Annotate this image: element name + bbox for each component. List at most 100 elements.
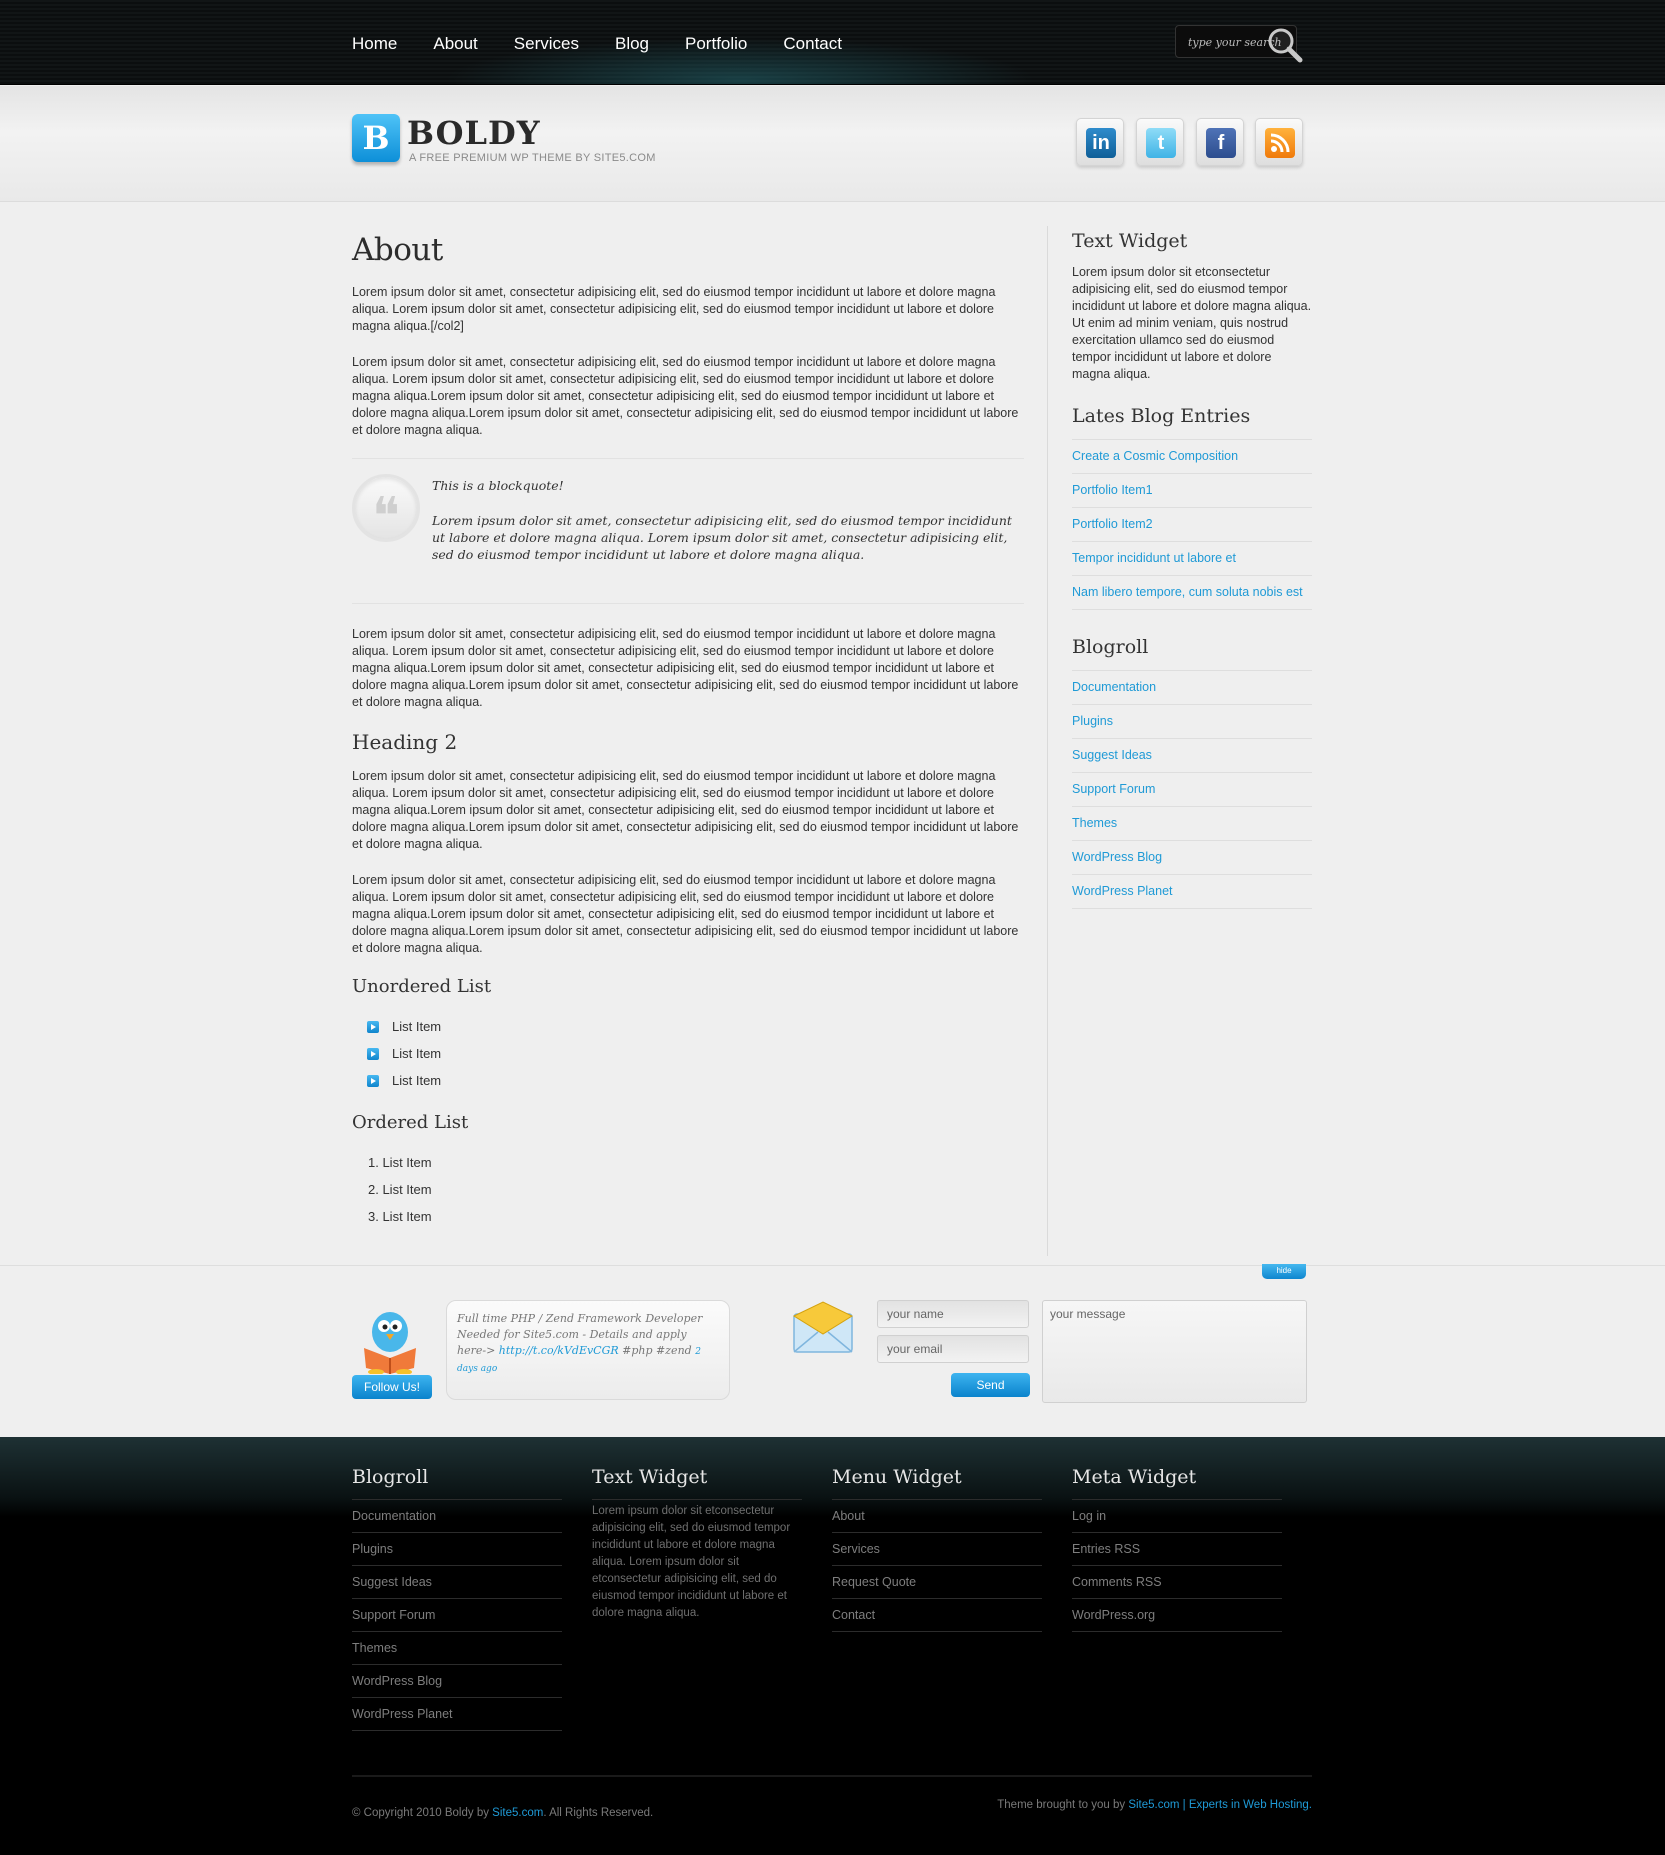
credit-link[interactable]: Site5.com | Experts in Web Hosting. <box>1128 1799 1312 1811</box>
list-item: 2. List Item <box>368 1182 432 1197</box>
footer-text-body: Lorem ipsum dolor sit etconsectetur adip… <box>592 1499 802 1622</box>
sidebar-blog-title: Lates Blog Entries <box>1072 405 1251 427</box>
footer-link[interactable]: WordPress Blog <box>352 1665 562 1698</box>
footer-link[interactable]: Services <box>832 1533 1042 1566</box>
divider <box>352 603 1024 604</box>
nav-about[interactable]: About <box>433 34 477 54</box>
bullet-icon <box>367 1074 379 1087</box>
paragraph: Lorem ipsum dolor sit amet, consectetur … <box>352 627 1019 709</box>
footer-link[interactable]: Documentation <box>352 1500 562 1533</box>
send-button[interactable]: Send <box>951 1373 1030 1397</box>
footer-menu-title: Menu Widget <box>832 1466 962 1488</box>
list-item: List Item <box>352 1013 1024 1040</box>
site-header: B BOLDY A FREE PREMIUM WP THEME BY SITE5… <box>0 86 1665 202</box>
footer-menu-widget: Menu Widget About Services Request Quote… <box>832 1466 1042 1632</box>
sidebar-blogroll-link[interactable]: WordPress Planet <box>1072 875 1312 909</box>
sidebar-blogroll-link[interactable]: Themes <box>1072 807 1312 841</box>
bullet-icon <box>367 1020 379 1033</box>
footer-blogroll: Blogroll Documentation Plugins Suggest I… <box>352 1466 562 1731</box>
footer-link[interactable]: Themes <box>352 1632 562 1665</box>
paragraph: Lorem ipsum dolor sit amet, consectetur … <box>352 355 1019 437</box>
sidebar: Text Widget Lorem ipsum dolor sit etcons… <box>1072 230 1312 935</box>
footer-link[interactable]: Comments RSS <box>1072 1566 1282 1599</box>
footer-link[interactable]: WordPress Planet <box>352 1698 562 1731</box>
blockquote-title: This is a blockquote! <box>432 478 564 493</box>
nav-contact[interactable]: Contact <box>783 34 842 54</box>
footer-meta-title: Meta Widget <box>1072 1466 1197 1488</box>
sidebar-blogroll-title: Blogroll <box>1072 636 1149 658</box>
page-title: About <box>352 232 443 268</box>
footer-text-title: Text Widget <box>592 1466 708 1488</box>
sidebar-blog-list: Create a Cosmic Composition Portfolio It… <box>1072 439 1312 610</box>
theme-credit: Theme brought to you by Site5.com | Expe… <box>997 1799 1312 1811</box>
blockquote-body: Lorem ipsum dolor sit amet, consectetur … <box>432 513 1012 562</box>
ordered-list: 1. List Item 2. List Item 3. List Item <box>352 1149 1024 1230</box>
twitter-icon: t <box>1146 128 1176 158</box>
sidebar-blogroll-link[interactable]: WordPress Blog <box>1072 841 1312 875</box>
footer-text-widget: Text Widget Lorem ipsum dolor sit etcons… <box>592 1466 802 1622</box>
top-navbar: Home About Services Blog Portfolio Conta… <box>0 0 1665 85</box>
sidebar-blog-link[interactable]: Portfolio Item1 <box>1072 474 1312 508</box>
linkedin-icon: in <box>1086 128 1116 158</box>
band-divider <box>0 1265 1665 1266</box>
footer-link[interactable]: Plugins <box>352 1533 562 1566</box>
footer-link[interactable]: Contact <box>832 1599 1042 1632</box>
footer-link[interactable]: WordPress.org <box>1072 1599 1282 1632</box>
name-input[interactable]: your name <box>877 1300 1029 1328</box>
hide-toggle[interactable]: hide <box>1262 1264 1306 1279</box>
sidebar-text-widget-title: Text Widget <box>1072 230 1188 252</box>
sidebar-blogroll-link[interactable]: Support Forum <box>1072 773 1312 807</box>
sidebar-text-widget-body: Lorem ipsum dolor sit etconsectetur adip… <box>1072 265 1312 381</box>
tweet-link[interactable]: http://t.co/kVdEvCGR <box>499 1344 619 1357</box>
copyright: © Copyright 2010 Boldy by Site5.com. All… <box>352 1807 654 1819</box>
email-input[interactable]: your email <box>877 1335 1029 1363</box>
logo-tagline: A FREE PREMIUM WP THEME BY SITE5.COM <box>409 152 656 164</box>
list-item: 3. List Item <box>368 1209 432 1224</box>
logo-name[interactable]: BOLDY <box>407 114 541 152</box>
sidebar-blog-link[interactable]: Tempor incididunt ut labore et <box>1072 542 1312 576</box>
sidebar-blog-link[interactable]: Nam libero tempore, cum soluta nobis est <box>1072 576 1312 610</box>
nav-services[interactable]: Services <box>514 34 579 54</box>
footer-link[interactable]: About <box>832 1500 1042 1533</box>
blockquote: ❝ This is a blockquote! Lorem ipsum dolo… <box>352 459 1024 581</box>
nav-blog[interactable]: Blog <box>615 34 649 54</box>
linkedin-button[interactable]: in <box>1076 118 1124 166</box>
copyright-link[interactable]: Site5.com <box>492 1807 543 1819</box>
sidebar-blogroll-list: Documentation Plugins Suggest Ideas Supp… <box>1072 670 1312 909</box>
bullet-icon <box>367 1047 379 1060</box>
search-input[interactable]: type your search <box>1175 25 1303 63</box>
list-item: List Item <box>352 1040 1024 1067</box>
message-textarea[interactable]: your message <box>1042 1300 1307 1403</box>
facebook-button[interactable]: f <box>1196 118 1244 166</box>
column-divider <box>1047 226 1048 1256</box>
sidebar-blog-link[interactable]: Portfolio Item2 <box>1072 508 1312 542</box>
twitter-button[interactable]: t <box>1136 118 1184 166</box>
logo-icon[interactable]: B <box>352 114 400 162</box>
sidebar-blogroll-link[interactable]: Plugins <box>1072 705 1312 739</box>
sidebar-blogroll-link[interactable]: Suggest Ideas <box>1072 739 1312 773</box>
unordered-list: List Item List Item List Item <box>352 1013 1024 1094</box>
quote-icon: ❝ <box>352 474 420 547</box>
nav-home[interactable]: Home <box>352 34 397 54</box>
footer-link[interactable]: Request Quote <box>832 1566 1042 1599</box>
sidebar-blogroll-link[interactable]: Documentation <box>1072 671 1312 705</box>
footer-link[interactable]: Suggest Ideas <box>352 1566 562 1599</box>
follow-us-button[interactable]: Follow Us! <box>352 1375 432 1399</box>
footer-link[interactable]: Entries RSS <box>1072 1533 1282 1566</box>
unordered-list-title: Unordered List <box>352 976 492 997</box>
footer-link[interactable]: Support Forum <box>352 1599 562 1632</box>
envelope-icon <box>792 1301 854 1353</box>
footer-link[interactable]: Log in <box>1072 1500 1282 1533</box>
sidebar-blog-link[interactable]: Create a Cosmic Composition <box>1072 440 1312 474</box>
site-footer: Blogroll Documentation Plugins Suggest I… <box>0 1437 1665 1855</box>
rss-button[interactable] <box>1255 118 1303 166</box>
tweet-bubble: Full time PHP / Zend Framework Developer… <box>446 1300 730 1400</box>
tweet-tags: #php #zend <box>618 1344 696 1357</box>
main-nav: Home About Services Blog Portfolio Conta… <box>352 34 878 54</box>
main-content: About Lorem ipsum dolor sit amet, consec… <box>352 232 1024 1230</box>
twitter-bird-icon <box>364 1312 416 1374</box>
footer-divider <box>352 1775 1312 1777</box>
nav-portfolio[interactable]: Portfolio <box>685 34 747 54</box>
search-icon[interactable] <box>1264 24 1306 66</box>
facebook-icon: f <box>1206 128 1236 158</box>
